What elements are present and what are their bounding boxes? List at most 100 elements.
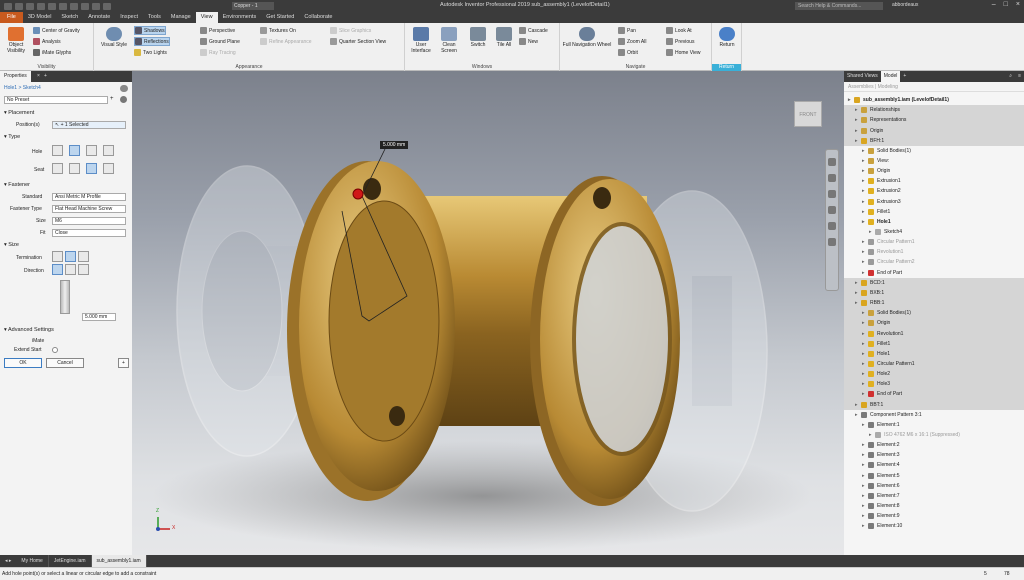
- tab-tools[interactable]: Tools: [143, 12, 166, 23]
- tree-node[interactable]: ▸ Revolution1: [844, 328, 1024, 339]
- size-section-header[interactable]: ▾ Size: [4, 242, 19, 248]
- tab-collaborate[interactable]: Collaborate: [299, 12, 337, 23]
- tab-model[interactable]: Model: [880, 71, 901, 82]
- tab-environments[interactable]: Environments: [218, 12, 262, 23]
- tab-get-started[interactable]: Get Started: [261, 12, 299, 23]
- new-window-button[interactable]: New: [519, 37, 538, 46]
- tree-node[interactable]: ▸ Fillet1: [844, 338, 1024, 349]
- breadcrumb[interactable]: Hole1 > Sketch4: [4, 85, 41, 91]
- doc-tab-sub-assembly1[interactable]: sub_assembly1.iam: [91, 555, 147, 567]
- zoom-icon[interactable]: [828, 190, 836, 198]
- orbit-icon[interactable]: [828, 206, 836, 214]
- tree-node[interactable]: ▸ Element:10: [844, 521, 1024, 531]
- new-icon[interactable]: [15, 2, 23, 10]
- tab-manage[interactable]: Manage: [166, 12, 196, 23]
- tree-node[interactable]: ▸ BXB:1: [844, 287, 1024, 299]
- tab-nav-icon[interactable]: ◂ ▸: [0, 555, 16, 567]
- counterbore-icon[interactable]: [69, 163, 80, 174]
- standard-dropdown[interactable]: Ansi Metric M Profile: [52, 193, 126, 201]
- tab-shared-views[interactable]: Shared Views: [844, 71, 881, 82]
- tab-3d-model[interactable]: 3D Model: [23, 12, 57, 23]
- minimize-icon[interactable]: –: [992, 1, 996, 8]
- preset-dropdown[interactable]: No Preset: [4, 96, 108, 104]
- perspective-button[interactable]: Perspective: [200, 26, 235, 35]
- tree-node[interactable]: ▸ Origin: [844, 318, 1024, 329]
- analysis-button[interactable]: Analysis: [33, 37, 61, 46]
- tree-node[interactable]: ▸ Element:1: [844, 420, 1024, 430]
- visibility-eye-icon[interactable]: [120, 85, 128, 92]
- tree-node[interactable]: ▸ Element:2: [844, 440, 1024, 450]
- tree-node[interactable]: ▸ Component Pattern 3:1: [844, 410, 1024, 420]
- tree-node[interactable]: ▸ Extrusion3: [844, 197, 1024, 207]
- previous-view-button[interactable]: Previous: [666, 37, 694, 46]
- look-at-button[interactable]: Look At: [666, 26, 692, 35]
- tree-node[interactable]: ▸ BCD:1: [844, 277, 1024, 288]
- tree-node[interactable]: ▸ BFH:1: [844, 135, 1024, 146]
- cascade-button[interactable]: Cascade: [519, 26, 548, 35]
- fastener-section-header[interactable]: ▾ Fastener: [4, 182, 30, 188]
- simple-hole-icon[interactable]: [52, 145, 63, 156]
- tab-file[interactable]: File: [0, 12, 23, 23]
- tree-node[interactable]: ▸ Representations: [844, 115, 1024, 126]
- viewcube[interactable]: FRONT: [794, 101, 822, 127]
- appearance-icon[interactable]: [103, 2, 111, 10]
- tree-node[interactable]: ▸ Relationships: [844, 105, 1024, 116]
- tree-node[interactable]: ▸ Sketch4: [844, 227, 1024, 237]
- tree-node[interactable]: ▸ sub_assembly1.iam (LevelofDetail1): [844, 95, 1024, 105]
- tree-node[interactable]: ▸ Solid Bodies(1): [844, 308, 1024, 319]
- add-preset-icon[interactable]: +: [110, 96, 114, 102]
- orbit-button[interactable]: Orbit: [618, 48, 638, 57]
- full-navigation-wheel-button[interactable]: Full Navigation Wheel: [562, 27, 612, 48]
- tree-node[interactable]: ▸ Element:5: [844, 471, 1024, 481]
- placement-section-header[interactable]: ▾ Placement: [4, 110, 34, 116]
- app-menu-icon[interactable]: [4, 2, 12, 10]
- taper-tapped-hole-icon[interactable]: [103, 145, 114, 156]
- tree-node[interactable]: ▸ Revolution1: [844, 247, 1024, 257]
- material-icon[interactable]: [92, 2, 100, 10]
- properties-tab[interactable]: Properties: [0, 71, 31, 82]
- gear-icon[interactable]: [120, 96, 127, 103]
- tree-node[interactable]: ▸ Element:4: [844, 460, 1024, 470]
- appearance-dropdown[interactable]: Copper - 1: [232, 2, 274, 10]
- ground-plane-button[interactable]: Ground Plane: [200, 37, 240, 46]
- close-icon[interactable]: ×: [36, 72, 41, 83]
- to-termination-icon[interactable]: [78, 251, 89, 262]
- tree-node[interactable]: ▸ Element:6: [844, 481, 1024, 491]
- tree-node[interactable]: ▸ Circular Pattern1: [844, 237, 1024, 247]
- add-tab-icon[interactable]: +: [44, 73, 47, 84]
- pan-button[interactable]: Pan: [618, 26, 636, 35]
- help-search-input[interactable]: Search Help & Commands...: [795, 2, 883, 10]
- doc-tab-jetengine[interactable]: JetEngine.iam: [49, 555, 92, 567]
- tab-view[interactable]: View: [195, 12, 218, 23]
- tree-node[interactable]: ▸ Hole3: [844, 379, 1024, 390]
- add-browser-tab-icon[interactable]: +: [900, 71, 909, 82]
- reflections-button[interactable]: Reflections: [134, 37, 170, 46]
- user-interface-button[interactable]: User Interface: [409, 27, 433, 54]
- browser-mode-selector[interactable]: Assemblies | Modeling: [844, 82, 1024, 92]
- tree-node[interactable]: ▸ Hole1: [844, 348, 1024, 359]
- select-icon[interactable]: [81, 2, 89, 10]
- tile-all-button[interactable]: Tile All: [493, 27, 515, 48]
- fit-dropdown[interactable]: Close: [52, 229, 126, 237]
- object-visibility-button[interactable]: Object Visibility: [3, 27, 29, 54]
- undo-icon[interactable]: [48, 2, 56, 10]
- tree-node[interactable]: ▸ End of Part: [844, 389, 1024, 400]
- tree-node[interactable]: ▸ RBB:1: [844, 298, 1024, 309]
- tree-node[interactable]: ▸ Fillet1: [844, 207, 1024, 217]
- imate-glyphs-button[interactable]: iMate Glyphs: [33, 48, 71, 57]
- doc-tab-my-home[interactable]: My Home: [16, 555, 49, 567]
- switch-button[interactable]: Switch: [467, 27, 489, 48]
- through-all-termination-icon[interactable]: [65, 251, 76, 262]
- tree-node[interactable]: ▸ Element:8: [844, 501, 1024, 511]
- ray-tracing-button[interactable]: Ray Tracing: [200, 48, 236, 57]
- look-at-icon[interactable]: [828, 222, 836, 230]
- extend-start-toggle[interactable]: [52, 347, 58, 353]
- spotface-icon[interactable]: [86, 163, 97, 174]
- default-direction-icon[interactable]: [52, 264, 63, 275]
- tree-node[interactable]: ▸ Origin: [844, 125, 1024, 136]
- ok-button[interactable]: OK: [4, 358, 42, 368]
- size-dropdown[interactable]: M6: [52, 217, 126, 225]
- fastener-type-dropdown[interactable]: Flat Head Machine Screw: [52, 205, 126, 213]
- home-icon[interactable]: [70, 2, 78, 10]
- zoom-all-button[interactable]: Zoom All: [618, 37, 646, 46]
